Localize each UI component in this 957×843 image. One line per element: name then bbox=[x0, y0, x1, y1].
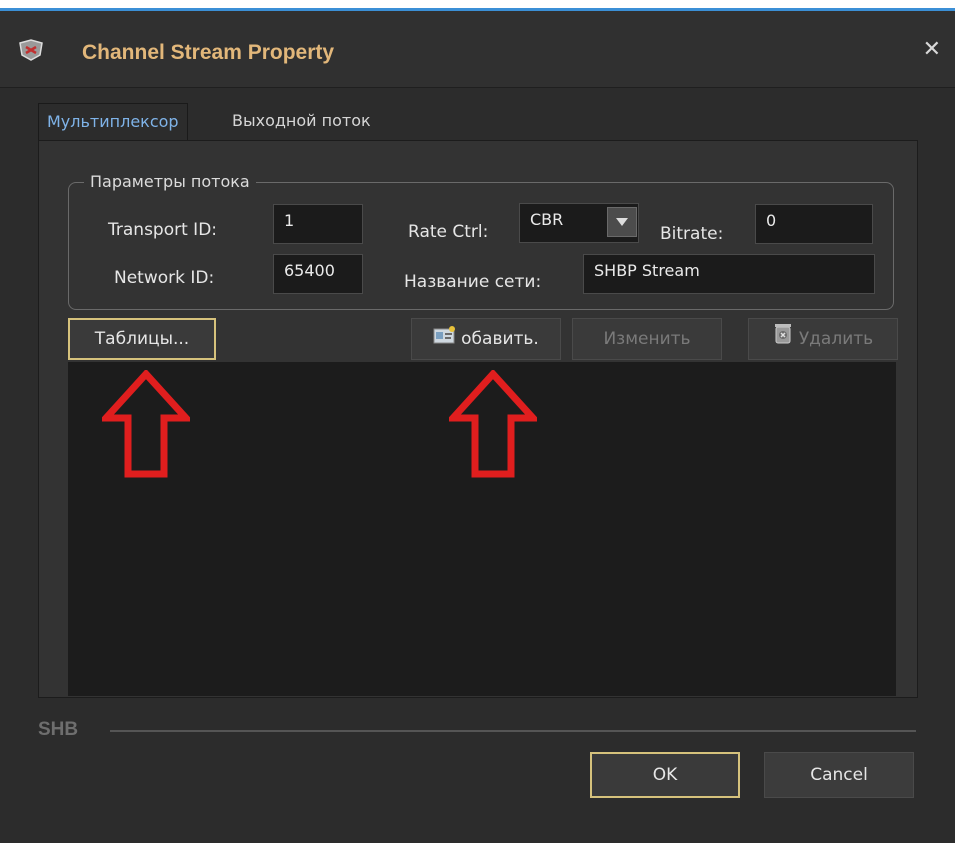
cancel-button[interactable]: Cancel bbox=[764, 752, 914, 798]
dropdown-arrow-icon[interactable] bbox=[607, 207, 637, 237]
network-id-label: Network ID: bbox=[114, 268, 215, 288]
add-button[interactable]: обавить. bbox=[411, 318, 561, 360]
delete-button-label: Удалить bbox=[798, 329, 874, 349]
title-bar: Channel Stream Property ✕ bbox=[0, 11, 955, 88]
ok-button-label: OK bbox=[652, 765, 678, 785]
network-name-label: Название сети: bbox=[404, 272, 542, 292]
stream-params-title: Параметры потока bbox=[84, 172, 256, 191]
add-button-label: обавить. bbox=[461, 329, 539, 349]
close-icon[interactable]: ✕ bbox=[923, 37, 941, 62]
rate-ctrl-label: Rate Ctrl: bbox=[408, 222, 489, 242]
tables-button-label: Таблицы... bbox=[94, 329, 190, 349]
edit-button-label: Изменить bbox=[603, 329, 691, 349]
tab-output-stream[interactable]: Выходной поток bbox=[224, 103, 379, 139]
ok-button[interactable]: OK bbox=[590, 752, 740, 798]
cancel-button-label: Cancel bbox=[810, 765, 868, 785]
transport-id-field[interactable]: 1 bbox=[273, 204, 363, 244]
red-arrow-annotation bbox=[102, 370, 190, 478]
transport-id-label: Transport ID: bbox=[108, 220, 218, 240]
add-card-icon bbox=[433, 319, 456, 359]
tables-button[interactable]: Таблицы... bbox=[68, 318, 216, 360]
bitrate-label: Bitrate: bbox=[660, 224, 724, 244]
window-title: Channel Stream Property bbox=[82, 41, 335, 64]
red-arrow-annotation bbox=[449, 370, 537, 478]
delete-button[interactable]: Удалить bbox=[748, 318, 898, 360]
status-separator bbox=[110, 730, 916, 732]
bitrate-field[interactable]: 0 bbox=[755, 204, 873, 244]
network-id-field[interactable]: 65400 bbox=[273, 254, 363, 294]
network-name-field[interactable]: SHBP Stream bbox=[583, 254, 875, 294]
trash-icon bbox=[773, 319, 793, 359]
app-logo-icon bbox=[18, 39, 44, 61]
edit-button[interactable]: Изменить bbox=[572, 318, 722, 360]
status-label: SHB bbox=[38, 719, 79, 740]
tab-multiplexer[interactable]: Мультиплексор bbox=[38, 103, 188, 140]
